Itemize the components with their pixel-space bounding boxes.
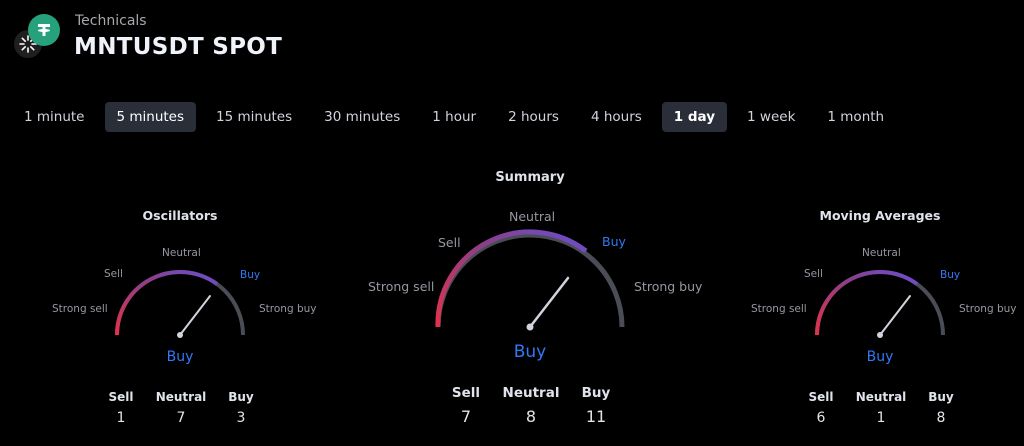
summary-buy-count: Buy 11 bbox=[581, 385, 611, 426]
moving-averages-label-neutral: Neutral bbox=[862, 247, 901, 259]
oscillators-reading: Buy bbox=[166, 349, 194, 365]
summary-gauge: Summary Strong sell Sell Neutral Buy Str… bbox=[362, 162, 702, 440]
moving-averages-reading: Buy bbox=[866, 349, 894, 365]
oscillators-label-neutral: Neutral bbox=[162, 247, 201, 259]
widget-eyebrow: Technicals bbox=[75, 13, 147, 29]
moving-averages-label-sell: Sell bbox=[804, 268, 823, 280]
summary-label-neutral: Neutral bbox=[509, 209, 556, 224]
moving-averages-label-buy: Buy bbox=[940, 269, 961, 281]
summary-label-sell: Sell bbox=[438, 235, 461, 250]
tether-logo-icon bbox=[28, 14, 60, 46]
oscillators-gauge: Oscillators Strong sell Sell Neutral Buy… bbox=[40, 200, 320, 440]
summary-sell-count: Sell 7 bbox=[451, 385, 481, 426]
pair-logo bbox=[12, 12, 68, 64]
tab-5-minutes[interactable]: 5 minutes bbox=[104, 102, 197, 132]
oscillators-label-sell: Sell bbox=[104, 268, 123, 280]
oscillators-label-strong-sell: Strong sell bbox=[52, 303, 108, 315]
tab-4-hours[interactable]: 4 hours bbox=[579, 102, 654, 132]
tab-1-month[interactable]: 1 month bbox=[815, 102, 896, 132]
moving-averages-label-strong-buy: Strong buy bbox=[959, 303, 1017, 315]
tab-1-day[interactable]: 1 day bbox=[661, 102, 728, 132]
oscillators-sell-count: Sell 1 bbox=[108, 390, 134, 426]
summary-reading: Buy bbox=[513, 342, 547, 362]
moving-averages-counts: Sell 6 Neutral 1 Buy 8 bbox=[796, 390, 966, 426]
moving-averages-neutral-count: Neutral 1 bbox=[855, 390, 907, 426]
widget-header: Technicals MNTUSDT SPOT bbox=[12, 12, 412, 64]
moving-averages-buy-count: Buy 8 bbox=[928, 390, 954, 426]
tab-15-minutes[interactable]: 15 minutes bbox=[204, 102, 304, 132]
interval-tabs: 1 minute 5 minutes 15 minutes 30 minutes… bbox=[12, 102, 904, 132]
tab-1-minute[interactable]: 1 minute bbox=[12, 102, 97, 132]
oscillators-neutral-count: Neutral 7 bbox=[155, 390, 207, 426]
moving-averages-sell-count: Sell 6 bbox=[808, 390, 834, 426]
tab-1-hour[interactable]: 1 hour bbox=[420, 102, 488, 132]
summary-label-buy: Buy bbox=[602, 234, 626, 249]
summary-label-strong-sell: Strong sell bbox=[368, 279, 435, 294]
moving-averages-label-strong-sell: Strong sell bbox=[751, 303, 807, 315]
moving-averages-gauge: Moving Averages Strong sell Sell Neutral… bbox=[740, 200, 1020, 440]
symbol-title[interactable]: MNTUSDT SPOT bbox=[74, 34, 282, 60]
oscillators-buy-count: Buy 3 bbox=[228, 390, 254, 426]
oscillators-label-strong-buy: Strong buy bbox=[259, 303, 317, 315]
tab-2-hours[interactable]: 2 hours bbox=[496, 102, 571, 132]
tab-30-minutes[interactable]: 30 minutes bbox=[312, 102, 412, 132]
summary-counts: Sell 7 Neutral 8 Buy 11 bbox=[438, 385, 624, 426]
summary-neutral-count: Neutral 8 bbox=[502, 385, 560, 426]
summary-label-strong-buy: Strong buy bbox=[634, 279, 703, 294]
oscillators-counts: Sell 1 Neutral 7 Buy 3 bbox=[96, 390, 266, 426]
tab-1-week[interactable]: 1 week bbox=[735, 102, 807, 132]
oscillators-label-buy: Buy bbox=[240, 269, 261, 281]
